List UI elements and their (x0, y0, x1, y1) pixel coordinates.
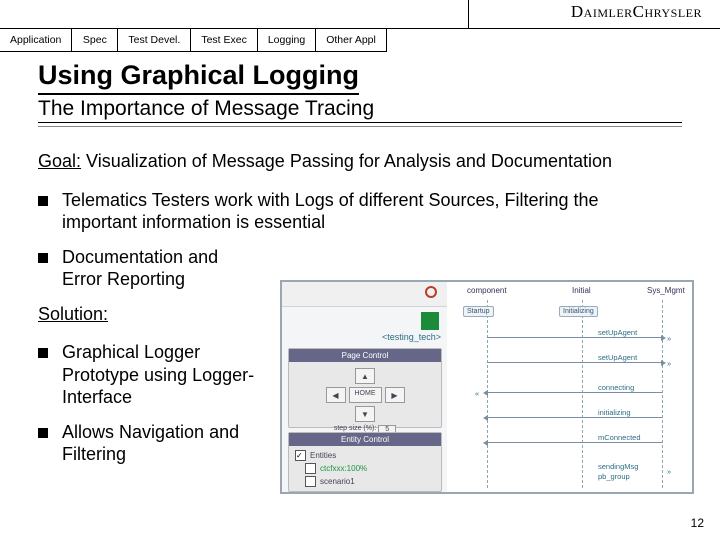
bullet-text: Allows Navigation and Filtering (62, 421, 262, 466)
checkbox-icon[interactable] (305, 463, 316, 474)
lifeline-sys (662, 300, 663, 488)
page-number: 12 (691, 516, 704, 530)
title-block: Using Graphical Logging The Importance o… (38, 60, 680, 127)
logger-screenshot: <testing_tech> Page Control ▲ ◀ HOME ▶ ▼… (280, 280, 694, 494)
sequence-diagram: component Initial Sys_Mgmt Startup Initi… (447, 282, 692, 492)
page-control-panel: Page Control ▲ ◀ HOME ▶ ▼ step size (%):… (288, 348, 442, 428)
arrow-down-icon[interactable]: ▼ (355, 406, 375, 422)
col-initial: Initial (572, 286, 591, 295)
bullet-list: Telematics Testers work with Logs of dif… (38, 189, 688, 291)
square-bullet-icon (38, 348, 48, 358)
entity-control-header: Entity Control (289, 433, 441, 446)
msg-group: sendingMsg (597, 462, 639, 471)
start-box-2: Initializing (559, 306, 598, 317)
chevron-right-icon: » (667, 334, 671, 343)
testing-tech-tag: <testing_tech> (382, 332, 441, 342)
arrow-up-icon[interactable]: ▲ (355, 368, 375, 384)
lifeline-initial (582, 300, 583, 488)
entity-root[interactable]: Entities (291, 449, 439, 462)
hex-icon (421, 312, 439, 330)
msg-arrow (487, 442, 662, 443)
arrow-left-icon[interactable]: ◀ (326, 387, 346, 403)
bullet-text: Graphical Logger Prototype using Logger-… (62, 341, 262, 409)
entity-item-a[interactable]: ctcfxxx:100% (291, 462, 439, 475)
home-button[interactable]: HOME (349, 387, 382, 403)
msg-arrow (487, 337, 662, 338)
start-box-1: Startup (463, 306, 494, 317)
tab-test-exec[interactable]: Test Exec (191, 28, 258, 52)
tab-application[interactable]: Application (0, 28, 72, 52)
entity-control-panel: Entity Control Entities ctcfxxx:100% sce… (288, 432, 442, 492)
chevron-left-icon: « (475, 389, 479, 398)
entity-a-label: ctcfxxx:100% (320, 464, 367, 473)
col-sys: Sys_Mgmt (647, 286, 685, 295)
brand-logo: DaimlerChrysler (571, 2, 702, 22)
square-bullet-icon (38, 253, 48, 263)
page-control-header: Page Control (289, 349, 441, 362)
tab-strip: Application Spec Test Devel. Test Exec L… (0, 28, 387, 52)
msg-connect: mConnected (597, 433, 642, 442)
header-divider (468, 0, 469, 28)
tab-test-devel[interactable]: Test Devel. (118, 28, 191, 52)
tab-spec[interactable]: Spec (72, 28, 118, 52)
nav-pad: ▲ ◀ HOME ▶ ▼ step size (%): 5 (289, 362, 441, 440)
tab-other-appl[interactable]: Other Appl (316, 28, 387, 52)
entity-item-b[interactable]: scenario1 (291, 475, 439, 488)
chevron-right-icon: » (667, 467, 671, 476)
checkbox-checked-icon[interactable] (295, 450, 306, 461)
msg-setup: setUpAgent (597, 328, 638, 337)
checkbox-icon[interactable] (305, 476, 316, 487)
header-bar: DaimlerChrysler (0, 0, 720, 29)
arrow-right-icon[interactable]: ▶ (385, 387, 405, 403)
bullet-text: Telematics Testers work with Logs of dif… (62, 189, 622, 234)
msg-group2: pb_group (597, 472, 631, 481)
tab-logging[interactable]: Logging (258, 28, 316, 52)
msg-setup2: setUpAgent (597, 353, 638, 362)
divider-line (38, 122, 682, 123)
goal-text: Visualization of Message Passing for Ana… (81, 151, 612, 171)
chevron-right-icon: » (667, 359, 671, 368)
record-icon (425, 286, 437, 298)
msg-initial: initializing (597, 408, 632, 417)
goal-line: Goal: Visualization of Message Passing f… (38, 150, 688, 173)
divider-line-shadow (38, 126, 682, 127)
msg-connecting: connecting (597, 383, 635, 392)
logger-toolbar (282, 282, 447, 307)
bullet-item-1: Telematics Testers work with Logs of dif… (38, 189, 688, 234)
page-title: Using Graphical Logging (38, 60, 359, 95)
entity-b-label: scenario1 (320, 477, 355, 486)
col-component: component (467, 286, 507, 295)
goal-label: Goal: (38, 151, 81, 171)
entity-root-label: Entities (310, 451, 336, 460)
bullet-text: Documentation and Error Reporting (62, 246, 262, 291)
msg-arrow (487, 362, 662, 363)
square-bullet-icon (38, 428, 48, 438)
square-bullet-icon (38, 196, 48, 206)
msg-arrow (487, 392, 662, 393)
logger-left-pane: <testing_tech> Page Control ▲ ◀ HOME ▶ ▼… (282, 282, 448, 492)
msg-arrow (487, 417, 662, 418)
